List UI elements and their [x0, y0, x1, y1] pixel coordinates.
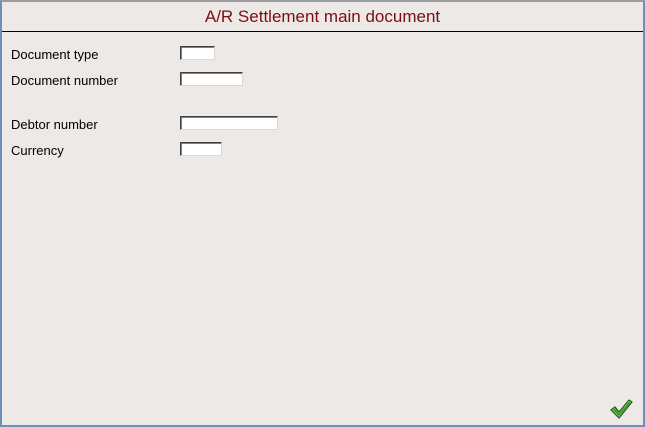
green-checkmark-icon [610, 399, 633, 419]
title-bar: A/R Settlement main document [2, 2, 643, 32]
settlement-dialog: A/R Settlement main document Document ty… [0, 0, 645, 427]
document-number-label: Document number [11, 73, 118, 88]
currency-input[interactable] [180, 142, 222, 156]
document-number-input[interactable] [180, 72, 243, 86]
confirm-button[interactable] [609, 398, 633, 420]
document-type-label: Document type [11, 47, 99, 62]
page-title: A/R Settlement main document [204, 7, 441, 26]
currency-label: Currency [11, 143, 64, 158]
debtor-number-label: Debtor number [11, 117, 98, 132]
debtor-number-input[interactable] [180, 116, 278, 130]
document-type-input[interactable] [180, 46, 215, 60]
